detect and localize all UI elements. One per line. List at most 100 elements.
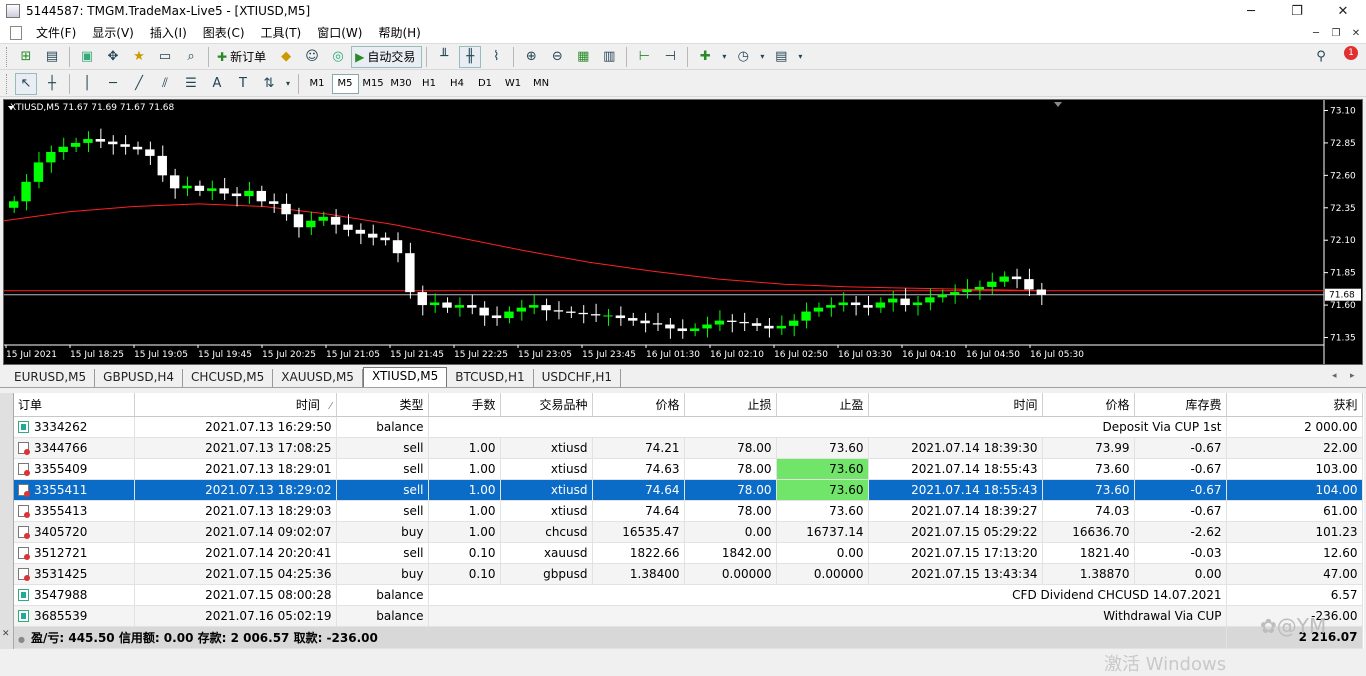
arrows-icon[interactable]: ⇅ xyxy=(258,73,280,95)
tab-xtiusd[interactable]: XTIUSD,M5 xyxy=(362,367,448,387)
dropdown-icon[interactable]: ▾ xyxy=(796,46,804,68)
dropdown-icon[interactable]: ▾ xyxy=(284,73,292,95)
zoom-in-icon[interactable]: ⊕ xyxy=(520,46,542,68)
table-row[interactable]: 3405720 2021.07.14 09:02:07 buy 1.00 chcusd 1… xyxy=(14,521,1363,543)
column-header[interactable]: 类型 xyxy=(336,393,429,417)
column-header[interactable]: 手数 xyxy=(428,393,501,417)
tab-btcusd[interactable]: BTCUSD,H1 xyxy=(447,369,534,387)
tab-scroll-left-icon[interactable]: ◂ xyxy=(1332,371,1337,381)
table-row[interactable]: 3531425 2021.07.15 04:25:36 buy 0.10 gbpusd 1… xyxy=(14,563,1363,585)
strategy-tester-icon[interactable]: ⌕ xyxy=(180,46,202,68)
menu-insert[interactable]: 插入(I) xyxy=(142,22,195,44)
text-label-icon[interactable]: T xyxy=(232,73,254,95)
autotrading-button[interactable]: ▶ 自动交易 xyxy=(351,45,423,68)
notification-icon[interactable]: 1 xyxy=(1336,45,1358,68)
menu-chart[interactable]: 图表(C) xyxy=(195,22,253,44)
menu-window[interactable]: 窗口(W) xyxy=(309,22,370,44)
dropdown-icon[interactable]: ▾ xyxy=(720,46,728,68)
menu-help[interactable]: 帮助(H) xyxy=(370,22,428,44)
tab-chcusd[interactable]: CHCUSD,M5 xyxy=(183,369,274,387)
mdi-minimize-button[interactable]: ─ xyxy=(1306,24,1326,42)
trendline-icon[interactable]: ╱ xyxy=(128,73,150,95)
fibonacci-icon[interactable]: ☰ xyxy=(180,73,202,95)
terminal-icon[interactable]: ▭ xyxy=(154,46,176,68)
periods-clock-icon[interactable]: ◷ xyxy=(732,46,754,68)
column-header[interactable]: 库存费 xyxy=(1134,393,1227,417)
minimize-button[interactable]: ─ xyxy=(1228,0,1274,22)
column-header[interactable]: 时间 ⁄ xyxy=(134,393,337,417)
column-header[interactable]: 价格 xyxy=(1042,393,1135,417)
timeframe-m30[interactable]: M30 xyxy=(388,74,415,94)
timeframe-w1[interactable]: W1 xyxy=(500,74,527,94)
timeframe-h4[interactable]: H4 xyxy=(444,74,471,94)
candle-body xyxy=(665,324,675,329)
timeframe-h1[interactable]: H1 xyxy=(416,74,443,94)
table-row[interactable]: 3355413 2021.07.13 18:29:03 sell 1.00 xtiusd… xyxy=(14,500,1363,522)
search-icon[interactable]: ⚲ xyxy=(1310,46,1332,68)
table-row[interactable]: 3685539 2021.07.16 05:02:19 balance Withdra… xyxy=(14,605,1363,627)
mdi-close-button[interactable]: ✕ xyxy=(1346,24,1366,42)
bar-chart-icon[interactable]: ╨ xyxy=(433,46,455,68)
column-header[interactable]: 止损 xyxy=(684,393,777,417)
text-icon[interactable]: A xyxy=(206,73,228,95)
indicators-icon[interactable]: ✚ xyxy=(694,46,716,68)
navigator-icon[interactable]: ★ xyxy=(128,46,150,68)
timeframe-d1[interactable]: D1 xyxy=(472,74,499,94)
menu-tools[interactable]: 工具(T) xyxy=(253,22,310,44)
chart-shift-icon[interactable]: ⊣ xyxy=(659,46,681,68)
column-header[interactable]: 时间 xyxy=(868,393,1043,417)
signals-icon[interactable]: ☺ xyxy=(301,46,323,68)
column-header[interactable]: 止盈 xyxy=(776,393,869,417)
menu-view[interactable]: 显示(V) xyxy=(84,22,142,44)
tab-xauusd[interactable]: XAUUSD,M5 xyxy=(273,369,363,387)
restore-button[interactable]: ❐ xyxy=(1274,0,1320,22)
tab-usdchf[interactable]: USDCHF,H1 xyxy=(534,369,622,387)
candle-body xyxy=(491,315,502,319)
new-chart-icon[interactable]: ⊞ xyxy=(15,46,37,68)
profiles-icon[interactable]: ▤ xyxy=(41,46,63,68)
mdi-restore-button[interactable]: ❐ xyxy=(1326,24,1346,42)
cursor-icon[interactable]: ↖ xyxy=(15,72,37,95)
market-watch-icon[interactable]: ▣ xyxy=(76,46,98,68)
price-chart[interactable]: 73.10 72.85 72.60 72.35 72.10 71.85 71.60 71.35… xyxy=(4,100,1362,364)
timeframe-m1[interactable]: M1 xyxy=(304,74,331,94)
candlestick-icon[interactable]: ╫ xyxy=(459,45,482,68)
timeframe-m15[interactable]: M15 xyxy=(360,74,387,94)
line-chart-icon[interactable]: ⌇ xyxy=(485,46,507,68)
timeframe-m5[interactable]: M5 xyxy=(331,73,359,94)
vertical-line-icon[interactable]: │ xyxy=(76,73,98,95)
table-row[interactable]: 3334262 2021.07.13 16:29:50 balance Deposit… xyxy=(14,416,1363,438)
tab-scroll-right-icon[interactable]: ▸ xyxy=(1350,371,1355,381)
chart-window[interactable]: 73.10 72.85 72.60 72.35 72.10 71.85 71.60 71.35… xyxy=(3,99,1363,365)
zoom-out-icon[interactable]: ⊖ xyxy=(546,46,568,68)
column-header[interactable]: 价格 xyxy=(592,393,685,417)
tab-eurusd[interactable]: EURUSD,M5 xyxy=(6,369,96,387)
candle-body xyxy=(888,298,898,303)
table-row[interactable]: 3355409 2021.07.13 18:29:01 sell 1.00 xtiusd… xyxy=(14,458,1363,480)
web-icon[interactable]: ◎ xyxy=(327,46,349,68)
table-row[interactable]: 3512721 2021.07.14 20:20:41 sell 0.10 xauusd… xyxy=(14,542,1363,564)
close-button[interactable]: ✕ xyxy=(1320,0,1366,22)
table-row[interactable]: 3355411 2021.07.13 18:29:02 sell 1.00 xtiusd… xyxy=(14,479,1363,501)
horizontal-line-icon[interactable]: ─ xyxy=(102,73,124,95)
auto-scroll-icon[interactable]: ⊢ xyxy=(633,46,655,68)
terminal-sidebar[interactable]: ✕ xyxy=(0,393,14,649)
column-header[interactable]: 获利 xyxy=(1226,393,1363,417)
data-window-icon[interactable]: ✥ xyxy=(102,46,124,68)
timeframe-mn[interactable]: MN xyxy=(528,74,555,94)
menu-file[interactable]: 文件(F) xyxy=(28,22,84,44)
column-header[interactable]: 交易品种 xyxy=(500,393,593,417)
dropdown-icon[interactable]: ▾ xyxy=(758,46,766,68)
tab-gbpusd[interactable]: GBPUSD,H4 xyxy=(95,369,184,387)
tile-windows-icon[interactable]: ▦ xyxy=(572,46,594,68)
terminal-close-icon[interactable]: ✕ xyxy=(2,629,10,639)
column-header[interactable]: 订单 xyxy=(14,393,135,417)
metaeditor-icon[interactable]: ◆ xyxy=(275,46,297,68)
table-row[interactable]: 3344766 2021.07.13 17:08:25 sell 1.00 xtiusd… xyxy=(14,437,1363,459)
grid-icon[interactable]: ▥ xyxy=(598,46,620,68)
crosshair-icon[interactable]: ┼ xyxy=(41,73,63,95)
new-order-button[interactable]: ✚ 新订单 xyxy=(213,46,273,68)
templates-icon[interactable]: ▤ xyxy=(770,46,792,68)
equidistant-channel-icon[interactable]: ⫽ xyxy=(154,73,176,95)
table-row[interactable]: 3547988 2021.07.15 08:00:28 balance CFD Div… xyxy=(14,584,1363,606)
